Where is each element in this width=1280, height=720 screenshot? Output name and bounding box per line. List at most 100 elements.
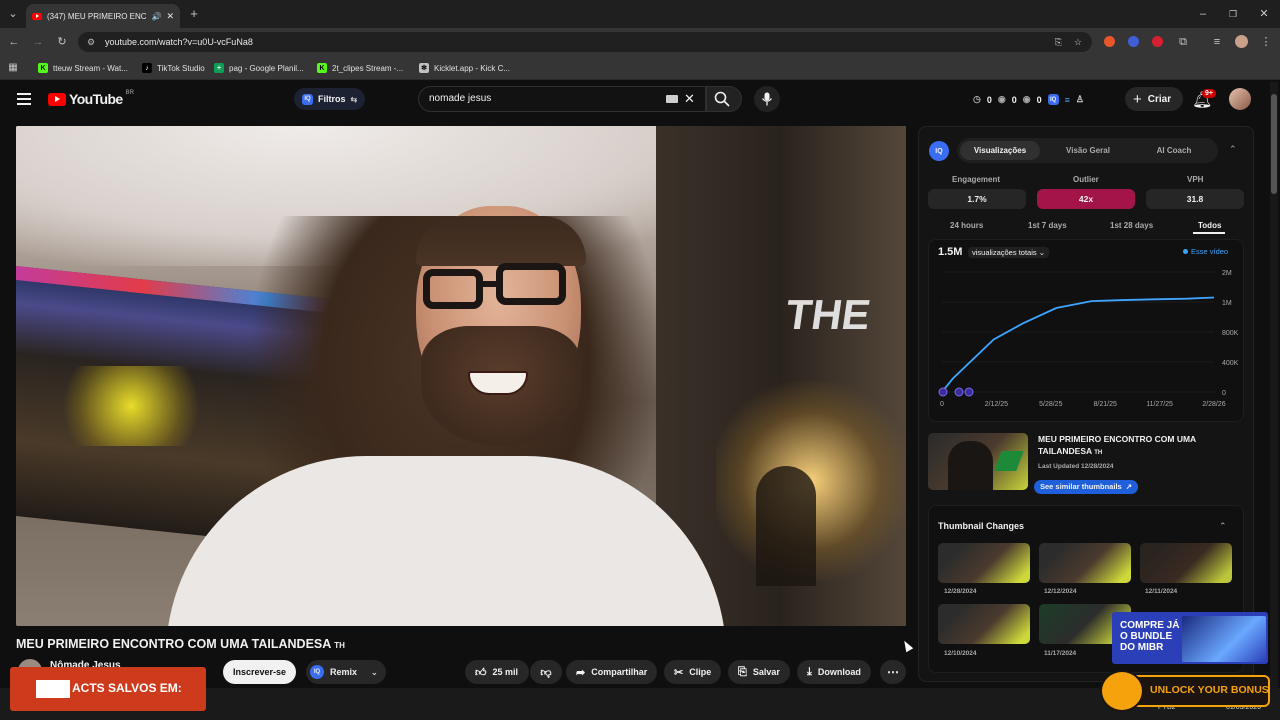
page-scrollbar[interactable]: [1270, 82, 1278, 688]
y-tick-label: 800K: [1222, 330, 1239, 337]
bookmark-item[interactable]: + pag - Google Planil...: [214, 61, 304, 75]
search-value: nomade jesus: [429, 93, 492, 104]
metric-label: Outlier: [1073, 175, 1099, 184]
trophy-icon[interactable]: ♙: [1076, 94, 1084, 105]
clip-button[interactable]: ✂ Clipe: [664, 660, 722, 684]
banner-art: [1182, 616, 1266, 662]
tab-ai-coach[interactable]: AI Coach: [1134, 141, 1214, 160]
range-all[interactable]: Todos: [1198, 221, 1221, 230]
subscribe-button[interactable]: Inscrever-se: [223, 660, 297, 684]
close-tab-icon[interactable]: ✕: [166, 11, 174, 22]
back-icon[interactable]: ←: [7, 35, 21, 49]
x-tick-label: 2/28/26: [1202, 401, 1225, 408]
iq-icon[interactable]: IQ: [1047, 94, 1059, 105]
bookmark-label: tteuw Stream - Wat...: [53, 63, 128, 73]
logo-region: BR: [125, 90, 134, 96]
extension-icon[interactable]: [1152, 36, 1163, 47]
see-similar-button[interactable]: See similar thumbnails ↗: [1034, 480, 1138, 494]
bookmark-item[interactable]: ✻ Kicklet.app - Kick C...: [419, 61, 510, 75]
event-marker: [938, 387, 948, 397]
download-button[interactable]: ⤓ Download: [797, 660, 871, 684]
video-title-suffix: TH: [334, 641, 345, 650]
collapse-chevron-icon[interactable]: ⌃: [1219, 521, 1227, 532]
more-actions-button[interactable]: ⋯: [880, 660, 906, 684]
search-button[interactable]: [706, 86, 742, 112]
clear-search-icon[interactable]: ✕: [684, 91, 695, 107]
tab-visao-geral[interactable]: Visão Geral: [1048, 141, 1128, 160]
site-info-icon[interactable]: ⚙: [87, 32, 95, 52]
voice-search-button[interactable]: [754, 86, 780, 112]
create-button[interactable]: + Criar: [1125, 87, 1184, 111]
scrollbar-thumb[interactable]: [1271, 94, 1277, 194]
thumbnail-change[interactable]: [938, 543, 1030, 583]
install-icon[interactable]: ⎘: [1055, 32, 1062, 52]
filters-button[interactable]: IQ Filtros ⇆: [294, 88, 366, 110]
close-window-icon[interactable]: ✕: [1257, 7, 1271, 21]
search-input[interactable]: nomade jesus: [418, 86, 706, 112]
browser-menu-icon[interactable]: ⋮: [1259, 35, 1273, 49]
range-28d[interactable]: 1st 28 days: [1110, 221, 1153, 230]
x-tick-label: 5/28/25: [1039, 401, 1062, 408]
remix-label: Remix: [330, 667, 358, 677]
reload-icon[interactable]: ↻: [55, 35, 69, 49]
thumbnail-change[interactable]: [1039, 543, 1131, 583]
hamburger-menu-icon[interactable]: [17, 93, 31, 105]
share-button[interactable]: ➦ Compartilhar: [566, 660, 658, 684]
thumbnail-change[interactable]: [938, 604, 1030, 644]
extensions-puzzle-icon[interactable]: ⧉: [1176, 35, 1190, 49]
keyboard-icon[interactable]: [666, 95, 678, 103]
x-tick-label: 8/21/25: [1094, 401, 1117, 408]
collapse-chevron-icon[interactable]: ⌃: [1229, 144, 1237, 155]
reading-list-icon[interactable]: ≡: [1210, 35, 1224, 49]
remix-button[interactable]: IQ Remix ⌄: [306, 660, 386, 684]
address-bar[interactable]: ⚙ youtube.com/watch?v=u0U-vcFuNa8 ⎘ ☆: [78, 32, 1092, 52]
video-player[interactable]: THE: [16, 126, 906, 626]
save-button[interactable]: ⎘ Salvar: [728, 660, 790, 684]
forward-icon[interactable]: →: [31, 35, 45, 49]
thumbnail-date: 12/12/2024: [1044, 588, 1077, 595]
youtube-logo[interactable]: YouTube BR: [48, 90, 134, 107]
views-dropdown[interactable]: visualizações totais ⌄: [968, 247, 1050, 258]
y-tick-label: 0: [1222, 390, 1226, 397]
event-marker: [964, 387, 974, 397]
metric-label: VPH: [1187, 175, 1204, 184]
current-thumbnail[interactable]: [928, 433, 1028, 490]
browser-tab[interactable]: (347) MEU PRIMEIRO ENCO 🔊 ✕: [26, 4, 180, 28]
dislike-button[interactable]: 👎︎: [530, 660, 562, 684]
new-tab-icon[interactable]: +: [187, 7, 201, 21]
clock-icon: ◷: [973, 94, 981, 104]
range-7d[interactable]: 1st 7 days: [1028, 221, 1067, 230]
banner-lines: COMPRE JÁ O BUNDLE DO MIBR: [1120, 620, 1179, 653]
tab-visualizacoes[interactable]: Visualizações: [960, 141, 1040, 160]
share-label: Compartilhar: [591, 667, 648, 677]
iq-icon: IQ: [302, 93, 313, 105]
minimize-icon[interactable]: –: [1196, 7, 1210, 21]
counter: 0: [1011, 94, 1017, 105]
store-sign: THE: [782, 291, 874, 338]
tab-search-icon[interactable]: ⌄: [6, 7, 20, 21]
extension-icon[interactable]: [1128, 36, 1139, 47]
audio-icon[interactable]: 🔊: [151, 12, 161, 21]
bookmark-item[interactable]: K 2t_clipes Stream -...: [317, 61, 403, 75]
apps-grid-icon[interactable]: ▦: [6, 61, 20, 75]
profile-avatar[interactable]: [1235, 35, 1248, 48]
list-icon[interactable]: ≡: [1065, 95, 1070, 105]
avatar[interactable]: [1229, 88, 1251, 110]
tiktok-icon: ♪: [142, 63, 152, 73]
bookmark-label: Kicklet.app - Kick C...: [434, 63, 511, 73]
bookmark-item[interactable]: K tteuw Stream - Wat...: [38, 61, 128, 75]
thumb-updated: Last Updated 12/28/2024: [1038, 463, 1114, 470]
maximize-icon[interactable]: ❐: [1226, 7, 1240, 21]
glasses-left-lens: [423, 269, 483, 309]
youtube-play-icon: [48, 92, 66, 106]
like-button[interactable]: 👍︎ 25 mil: [465, 660, 529, 684]
bookmark-item[interactable]: ♪ TikTok Studio: [142, 61, 205, 75]
metric-engagement: 1.7%: [928, 189, 1026, 209]
thumbnail-figure: [948, 441, 993, 490]
thumb-card-title-suffix: TH: [1094, 450, 1103, 456]
range-24h[interactable]: 24 hours: [950, 221, 983, 230]
banner-line: COMPRE JÁ: [1120, 620, 1180, 631]
thumbnail-change[interactable]: [1140, 543, 1232, 583]
bookmark-star-icon[interactable]: ☆: [1074, 32, 1082, 52]
extension-icon[interactable]: [1104, 36, 1115, 47]
